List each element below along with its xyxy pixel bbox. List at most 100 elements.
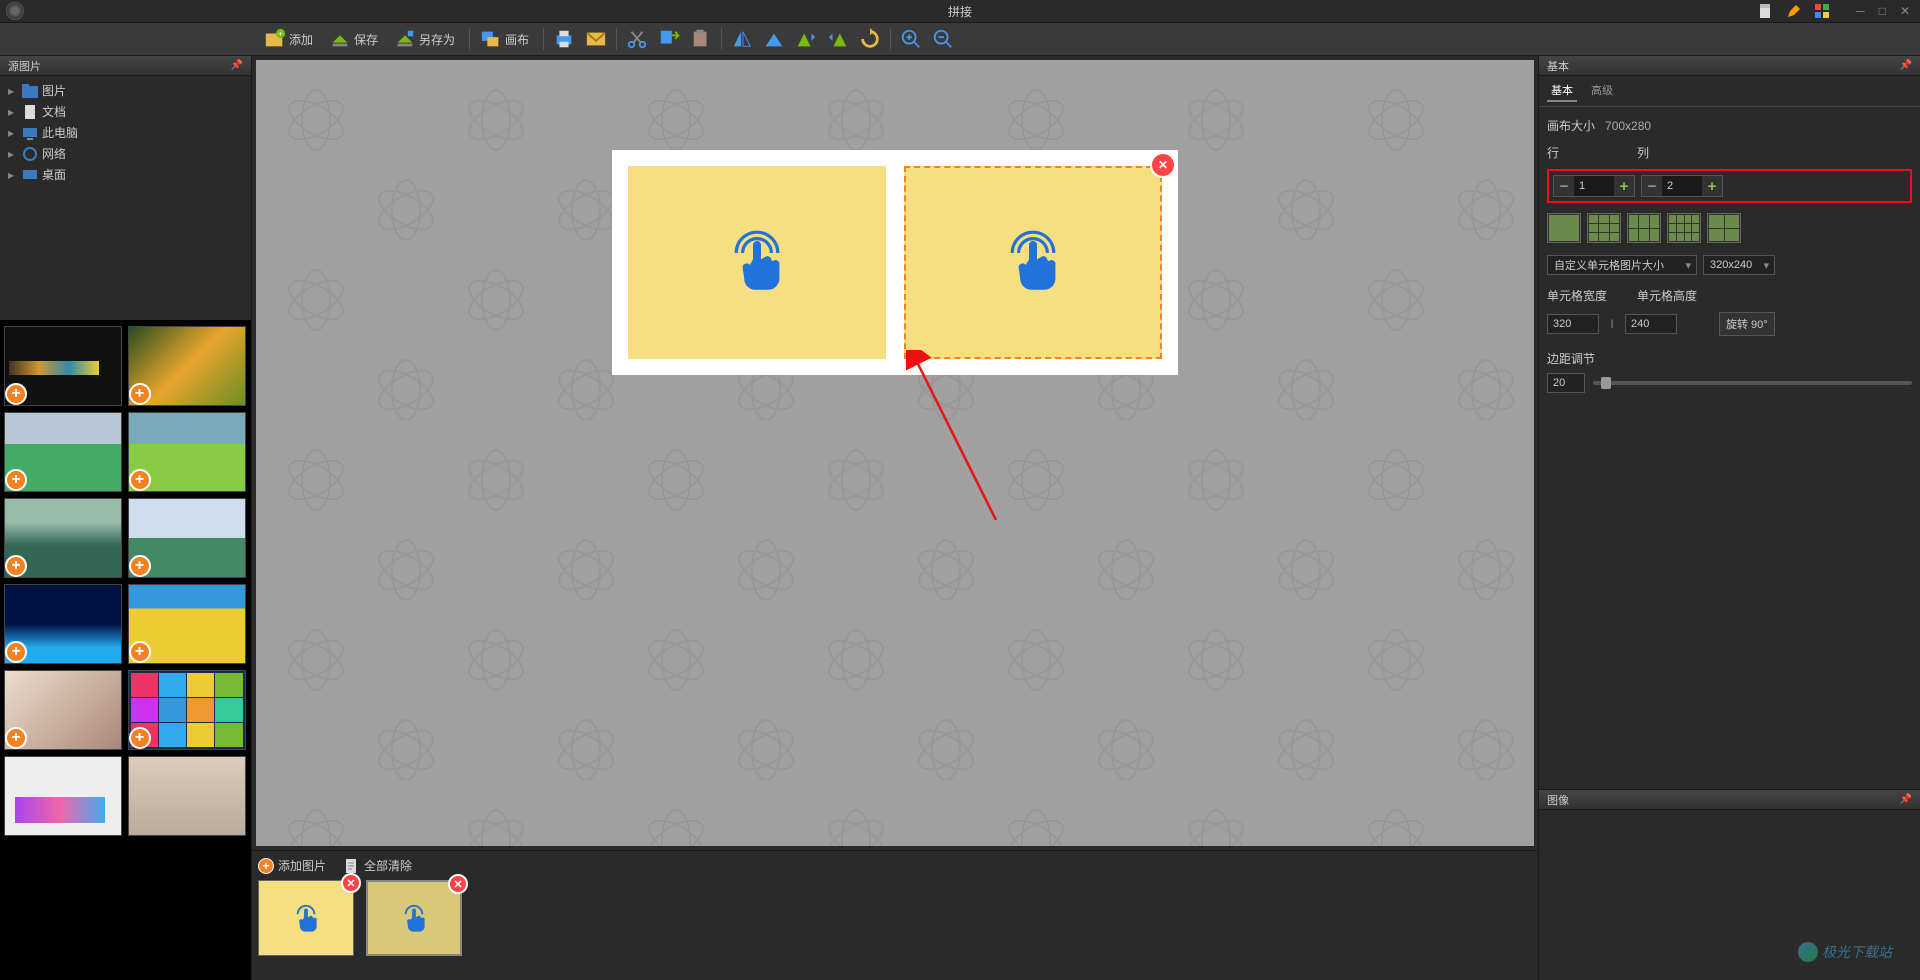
zoom-out-icon[interactable] xyxy=(931,27,955,51)
flip-v-icon[interactable] xyxy=(762,27,786,51)
bottom-strip: +添加图片 全部清除 ✕ ✕ xyxy=(252,850,1538,980)
margin-input[interactable] xyxy=(1547,373,1585,393)
pencil-icon[interactable] xyxy=(1786,3,1802,19)
add-image-icon[interactable]: + xyxy=(5,641,27,663)
rotate-left-icon[interactable] xyxy=(794,27,818,51)
preset-3x3[interactable] xyxy=(1587,213,1621,243)
thumbnail[interactable]: + xyxy=(128,584,246,664)
canvas-area[interactable]: ✕ xyxy=(256,60,1534,846)
add-image-icon[interactable]: + xyxy=(129,383,151,405)
thumbnail[interactable]: + xyxy=(128,670,246,750)
thumbnail[interactable]: + xyxy=(4,584,122,664)
close-button[interactable]: ✕ xyxy=(1900,4,1910,18)
right-panel: 基本📌 基本 高级 画布大小700x280 行列 −+ −+ 自定义单元格图片大… xyxy=(1538,56,1920,980)
print-icon[interactable] xyxy=(552,27,576,51)
folder-desktop[interactable]: ▸桌面 xyxy=(4,164,247,185)
remove-cell-button[interactable]: ✕ xyxy=(1150,152,1176,178)
add-image-icon[interactable]: + xyxy=(5,555,27,577)
minus-icon[interactable]: − xyxy=(1642,176,1662,196)
tab-advanced[interactable]: 高级 xyxy=(1587,80,1617,102)
canvas-size-label: 画布大小 xyxy=(1547,117,1595,134)
thumbnail[interactable]: + xyxy=(4,326,122,406)
rotate-right-icon[interactable] xyxy=(826,27,850,51)
cell-width-input[interactable] xyxy=(1547,314,1599,334)
add-image-icon[interactable]: + xyxy=(5,383,27,405)
collage-cell-2[interactable]: ✕ xyxy=(904,166,1162,359)
plus-icon[interactable]: + xyxy=(1614,176,1634,196)
color-grid-icon[interactable] xyxy=(1814,3,1830,19)
minus-icon[interactable]: − xyxy=(1554,176,1574,196)
rotate-90-button[interactable]: 旋转 90° xyxy=(1719,312,1775,336)
new-doc-icon[interactable] xyxy=(1758,3,1774,19)
margin-slider[interactable] xyxy=(1593,381,1912,385)
zoom-in-icon[interactable] xyxy=(899,27,923,51)
add-image-icon[interactable]: + xyxy=(129,469,151,491)
thumbnail[interactable] xyxy=(4,756,122,836)
copy-icon[interactable] xyxy=(657,27,681,51)
save-button[interactable]: 保存 xyxy=(323,26,384,52)
pin-icon[interactable]: 📌 xyxy=(1900,60,1912,71)
folder-documents[interactable]: ▸文档 xyxy=(4,101,247,122)
add-image-icon[interactable]: + xyxy=(129,555,151,577)
thumbnail[interactable]: + xyxy=(4,670,122,750)
cut-icon[interactable] xyxy=(625,27,649,51)
saveas-button[interactable]: 另存为 xyxy=(388,26,461,52)
canvas-size-value: 700x280 xyxy=(1605,119,1651,133)
add-image-icon[interactable]: + xyxy=(5,469,27,491)
rows-input[interactable] xyxy=(1574,176,1614,196)
cell-preset-select[interactable]: 320x240 xyxy=(1703,255,1775,275)
preset-3x4[interactable] xyxy=(1667,213,1701,243)
canvas-button[interactable]: 画布 xyxy=(474,26,535,52)
cell-h-label: 单元格高度 xyxy=(1637,287,1697,304)
rows-spinner[interactable]: −+ xyxy=(1553,175,1635,197)
main-toolbar: +添加 保存 另存为 画布 xyxy=(0,22,1920,56)
refresh-icon[interactable] xyxy=(858,27,882,51)
preset-2x2[interactable] xyxy=(1707,213,1741,243)
queued-image-1[interactable]: ✕ xyxy=(258,880,354,956)
tap-placeholder-icon xyxy=(717,221,797,304)
thumbnail[interactable]: + xyxy=(128,498,246,578)
pin-icon[interactable]: 📌 xyxy=(1900,794,1912,805)
flip-h-icon[interactable] xyxy=(730,27,754,51)
preset-1x1[interactable] xyxy=(1547,213,1581,243)
cell-height-input[interactable] xyxy=(1625,314,1677,334)
minimize-button[interactable]: ─ xyxy=(1856,4,1865,18)
cols-spinner[interactable]: −+ xyxy=(1641,175,1723,197)
remove-queued-icon[interactable]: ✕ xyxy=(341,873,361,893)
thumbnail[interactable] xyxy=(128,756,246,836)
thumbnail[interactable]: + xyxy=(128,326,246,406)
cell-mode-select[interactable]: 自定义单元格图片大小 xyxy=(1547,255,1697,275)
maximize-button[interactable]: □ xyxy=(1879,4,1886,18)
add-image-icon[interactable]: + xyxy=(129,727,151,749)
add-image-icon[interactable]: + xyxy=(129,641,151,663)
folder-pictures[interactable]: ▸图片 xyxy=(4,80,247,101)
clear-all-action[interactable]: 全部清除 xyxy=(344,857,412,874)
remove-queued-icon[interactable]: ✕ xyxy=(448,874,468,894)
thumbnail[interactable]: + xyxy=(4,412,122,492)
link-wh-icon[interactable]: I xyxy=(1605,317,1619,331)
collage-cell-1[interactable] xyxy=(628,166,886,359)
plus-circle-icon: + xyxy=(258,858,274,874)
tab-basic[interactable]: 基本 xyxy=(1547,80,1577,102)
add-button[interactable]: +添加 xyxy=(258,26,319,52)
thumbnail[interactable]: + xyxy=(4,498,122,578)
add-image-action[interactable]: +添加图片 xyxy=(258,857,326,874)
add-image-icon[interactable]: + xyxy=(5,727,27,749)
thumbnail[interactable]: + xyxy=(128,412,246,492)
window-title: 拼接 xyxy=(948,3,972,20)
queued-image-2[interactable]: ✕ xyxy=(366,880,462,956)
mail-icon[interactable] xyxy=(584,27,608,51)
tap-placeholder-icon xyxy=(993,221,1073,304)
rows-cols-highlight: −+ −+ xyxy=(1547,169,1912,203)
center-column: ✕ +添加图片 全部清除 ✕ ✕ xyxy=(252,56,1538,980)
title-bar: 拼接 ─ □ ✕ xyxy=(0,0,1920,22)
folder-computer[interactable]: ▸此电脑 xyxy=(4,122,247,143)
paste-icon[interactable] xyxy=(689,27,713,51)
folder-network[interactable]: ▸网络 xyxy=(4,143,247,164)
cell-w-label: 单元格宽度 xyxy=(1547,287,1607,304)
cols-input[interactable] xyxy=(1662,176,1702,196)
left-panel: 源图片📌 ▸图片 ▸文档 ▸此电脑 ▸网络 ▸桌面 + + + + + + + … xyxy=(0,56,252,980)
plus-icon[interactable]: + xyxy=(1702,176,1722,196)
preset-2x3[interactable] xyxy=(1627,213,1661,243)
pin-icon[interactable]: 📌 xyxy=(231,60,243,71)
